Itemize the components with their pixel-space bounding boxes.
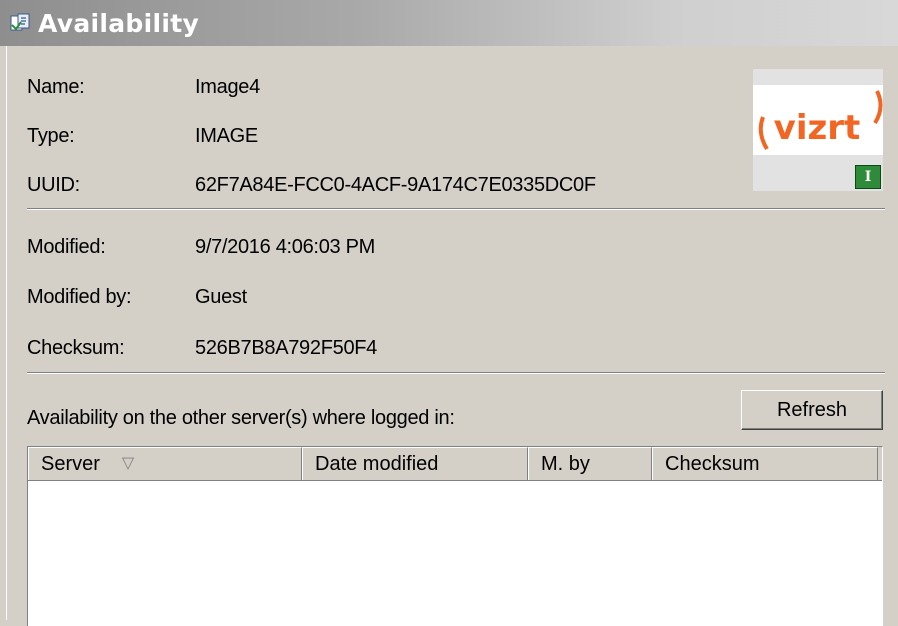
vizrt-logo-text: vizrt [774, 108, 861, 148]
availability-label: Availability on the other server(s) wher… [27, 407, 455, 429]
column-header-label: Date modified [315, 453, 439, 475]
uuid-label: UUID: [27, 174, 80, 196]
refresh-button[interactable]: Refresh [741, 390, 883, 430]
availability-panel: Name: Image4 Type: IMAGE UUID: 62F7A84E-… [6, 46, 898, 626]
asset-thumbnail: vizrt I [753, 69, 883, 191]
column-header-server[interactable]: Server ▽ [28, 447, 302, 480]
column-header-label: Checksum [665, 453, 760, 475]
availability-icon [10, 13, 30, 33]
table-header: Server ▽ Date modified M. by Checksum [28, 447, 882, 481]
type-label: Type: [27, 125, 75, 147]
modified-label: Modified: [27, 236, 106, 258]
availability-table[interactable]: Server ▽ Date modified M. by Checksum [27, 446, 883, 626]
window-title: Availability [38, 8, 200, 38]
column-header-checksum[interactable]: Checksum [652, 447, 878, 480]
badge-text: I [864, 169, 872, 185]
modified-by-label: Modified by: [27, 286, 132, 308]
modified-value: 9/7/2016 4:06:03 PM [195, 236, 375, 258]
separator [27, 372, 885, 374]
checksum-value: 526B7B8A792F50F4 [195, 337, 378, 359]
type-value: IMAGE [195, 125, 258, 147]
sort-descending-icon: ▽ [121, 455, 135, 472]
image-type-badge: I [855, 165, 881, 189]
column-header-label: M. by [541, 453, 590, 475]
column-header-label: Server [41, 453, 100, 475]
title-bar: Availability [0, 0, 898, 46]
separator [27, 208, 885, 210]
table-body [28, 481, 882, 621]
column-header-modified-by[interactable]: M. by [528, 447, 652, 480]
column-header-date-modified[interactable]: Date modified [302, 447, 528, 480]
uuid-value: 62F7A84E-FCC0-4ACF-9A174C7E0335DC0F [195, 174, 596, 196]
name-label: Name: [27, 76, 85, 98]
checksum-label: Checksum: [27, 337, 125, 359]
name-value: Image4 [195, 76, 260, 98]
modified-by-value: Guest [195, 286, 247, 308]
